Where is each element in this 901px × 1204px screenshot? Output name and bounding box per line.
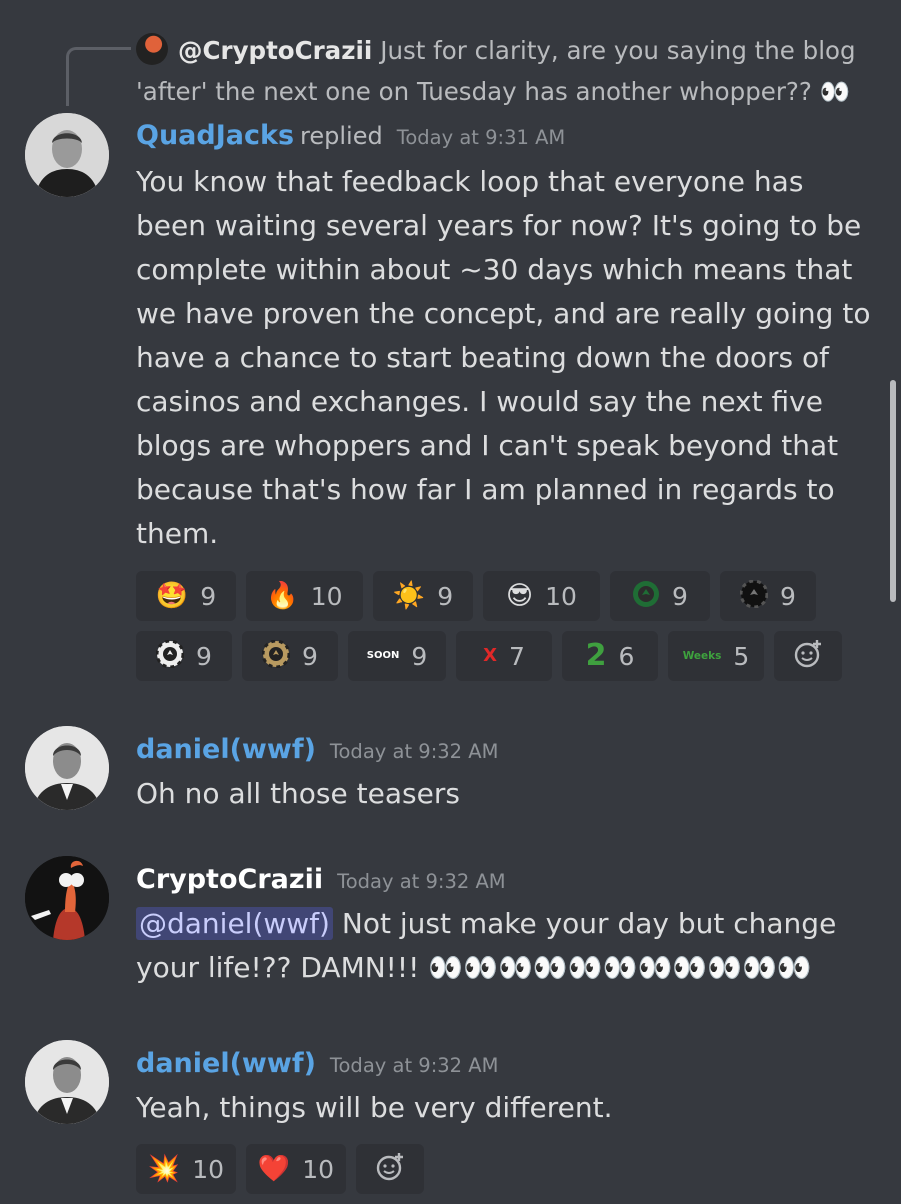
reaction-sunglasses[interactable]: 😎 10 — [483, 571, 600, 621]
reaction-count: 9 — [437, 581, 454, 611]
user-mention[interactable]: @daniel(wwf) — [136, 907, 333, 940]
username[interactable]: daniel(wwf) — [136, 1048, 316, 1079]
scrollbar[interactable] — [890, 380, 896, 602]
poker-chip-white-icon — [155, 639, 185, 673]
reaction-bar: 💥 10 ❤️ 10 — [136, 1144, 424, 1204]
message-text: @daniel(wwf) Not just make your day but … — [136, 902, 881, 990]
reaction-number-two[interactable]: 2 6 — [562, 631, 658, 681]
timestamp: Today at 9:32 AM — [329, 740, 499, 763]
add-reaction-button[interactable] — [774, 631, 842, 681]
reaction-red-x[interactable]: X 7 — [456, 631, 552, 681]
reaction-soon[interactable]: SOON 9 — [348, 631, 446, 681]
reaction-count: 10 — [192, 1154, 225, 1184]
reaction-count: 10 — [302, 1154, 335, 1184]
eyes-emoji: 👀 — [819, 77, 851, 106]
reaction-count: 10 — [545, 581, 577, 611]
add-reaction-button[interactable] — [356, 1144, 424, 1194]
reaction-count: 9 — [672, 581, 688, 611]
message-header: CryptoCrazii Today at 9:32 AM — [136, 864, 506, 895]
reaction-poker-chip-gold[interactable]: 9 — [242, 631, 338, 681]
message-header: daniel(wwf) Today at 9:32 AM — [136, 734, 498, 765]
reaction-count: 9 — [200, 581, 217, 611]
username[interactable]: QuadJacks — [136, 120, 294, 151]
poker-chip-gold-icon — [261, 639, 291, 673]
eyes-emoji: 👀👀👀👀👀👀👀👀👀👀👀 — [428, 951, 812, 984]
soon-emoji: SOON — [366, 650, 400, 661]
reaction-count: 9 — [196, 641, 212, 671]
collision-emoji: 💥 — [147, 1154, 181, 1184]
username[interactable]: CryptoCrazii — [136, 864, 323, 895]
reply-connector-line — [66, 47, 131, 106]
avatar[interactable] — [25, 113, 109, 197]
reaction-poker-chip-black[interactable]: 9 — [720, 571, 816, 621]
reaction-count: 10 — [310, 581, 343, 611]
message-header: daniel(wwf) Today at 9:32 AM — [136, 1048, 498, 1079]
username[interactable]: daniel(wwf) — [136, 734, 316, 765]
reaction-count: 9 — [302, 641, 318, 671]
reply-reference[interactable]: @CryptoCrazii Just for clarity, are you s… — [136, 30, 866, 112]
reply-username[interactable]: @CryptoCrazii — [178, 36, 372, 65]
fire-emoji: 🔥 — [266, 581, 299, 611]
reaction-count: 5 — [733, 641, 750, 671]
reaction-sun[interactable]: ☀️ 9 — [373, 571, 473, 621]
reaction-count: 7 — [508, 641, 525, 671]
star-struck-emoji: 🤩 — [155, 581, 189, 611]
message-text: You know that feedback loop that everyon… — [136, 165, 871, 550]
reply-avatar — [136, 33, 168, 65]
avatar[interactable] — [25, 856, 109, 940]
reaction-heart[interactable]: ❤️ 10 — [246, 1144, 346, 1194]
red-x-emoji: X — [483, 645, 497, 666]
reaction-collision[interactable]: 💥 10 — [136, 1144, 236, 1194]
add-reaction-smiley-icon — [793, 639, 823, 674]
heart-emoji: ❤️ — [257, 1154, 291, 1184]
timestamp: Today at 9:32 AM — [329, 1054, 499, 1077]
replied-label: replied — [300, 122, 383, 150]
timestamp: Today at 9:32 AM — [337, 870, 506, 893]
poker-chip-green-icon — [632, 580, 660, 613]
message-text: Yeah, things will be very different. — [136, 1091, 613, 1124]
weeks-emoji: Weeks — [682, 649, 722, 662]
message-text: Oh no all those teasers — [136, 777, 460, 810]
sunglasses-emoji: 😎 — [506, 581, 534, 611]
reaction-count: 9 — [780, 581, 796, 611]
reaction-count: 6 — [618, 641, 635, 671]
sun-emoji: ☀️ — [392, 581, 426, 611]
poker-chip-black-icon — [739, 579, 769, 613]
reaction-row: 9 9 SOON 9 X 7 2 6 Weeks 5 — [136, 631, 842, 681]
reaction-weeks[interactable]: Weeks 5 — [668, 631, 764, 681]
avatar[interactable] — [25, 1040, 109, 1124]
number-two-emoji: 2 — [585, 638, 607, 673]
reaction-count: 9 — [411, 641, 428, 671]
message-header: QuadJacks replied Today at 9:31 AM — [136, 120, 565, 151]
reaction-row: 🤩 9 🔥 10 ☀️ 9 😎 10 9 9 — [136, 571, 842, 621]
add-reaction-smiley-icon — [375, 1152, 405, 1187]
reaction-row: 💥 10 ❤️ 10 — [136, 1144, 424, 1194]
avatar[interactable] — [25, 726, 109, 810]
reaction-bar: 🤩 9 🔥 10 ☀️ 9 😎 10 9 9 9 9 SOON 9 X 7 2 … — [136, 571, 842, 691]
reaction-fire[interactable]: 🔥 10 — [246, 571, 363, 621]
reaction-poker-chip-green[interactable]: 9 — [610, 571, 710, 621]
reaction-star-struck[interactable]: 🤩 9 — [136, 571, 236, 621]
reaction-poker-chip-white[interactable]: 9 — [136, 631, 232, 681]
timestamp: Today at 9:31 AM — [396, 126, 566, 149]
